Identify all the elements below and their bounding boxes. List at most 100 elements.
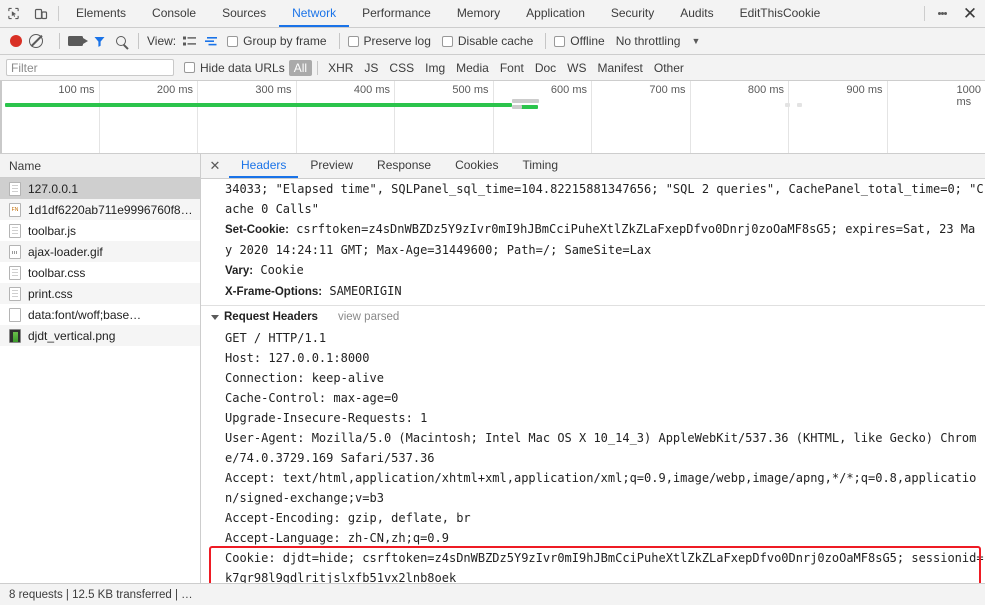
overview-gridlines: 100 ms 200 ms 300 ms 400 ms 500 ms 600 ms 700 … [0,81,985,153]
overview-tick-label: 700 ms [649,84,686,96]
close-icon[interactable]: ✕ [955,0,985,27]
filter-bar: Filter Hide data URLs All XHR JS CSS Img… [0,55,985,81]
filter-type-img[interactable]: Img [420,60,450,76]
overview-tick-label: 800 ms [747,84,784,96]
tab-timing[interactable]: Timing [510,154,570,178]
tab-network[interactable]: Network [279,0,350,27]
header-line: Cache-Control: max-age=0 [225,391,399,405]
device-toolbar-icon[interactable] [27,0,54,27]
header-name: Set-Cookie: [225,224,289,236]
disable-cache-label: Disable cache [457,34,534,48]
request-row[interactable]: toolbar.css [0,262,200,283]
group-by-frame-checkbox[interactable]: Group by frame [227,34,327,48]
cookie-header-line: k7qr98l9gdlritjslxfb51vx2lnb8oek [225,571,457,583]
filter-type-other[interactable]: Other [649,60,689,76]
request-row[interactable]: djdt_vertical.png [0,325,200,346]
asset-dot-2 [797,103,802,107]
throttling-select[interactable]: No throttling [616,34,681,48]
triangle-down-icon[interactable] [211,314,219,320]
view-parsed-link[interactable]: view parsed [338,311,399,323]
filter-funnel-icon[interactable] [93,35,106,48]
overview-gridline [788,81,789,153]
toolbar-divider-right [924,6,925,21]
list-view-icon[interactable] [183,36,197,47]
headers-content: 34033; "Elapsed time", SQLPanel_sql_time… [201,179,985,583]
cookie-header-line: Cookie: djdt=hide; csrftoken=z4sDnWBZDz5… [225,551,984,565]
request-row[interactable]: toolbar.js [0,220,200,241]
clear-icon[interactable] [29,34,43,48]
overview-tick-label: 600 ms [550,84,587,96]
tab-preview[interactable]: Preview [298,154,365,178]
header-line: n/signed-exchange;v=b3 [225,491,384,505]
filter-type-xhr[interactable]: XHR [323,60,358,76]
waterfall-view-icon[interactable] [205,36,218,47]
filter-type-manifest[interactable]: Manifest [593,60,648,76]
request-row[interactable]: ajax-loader.gif [0,241,200,262]
filter-input[interactable]: Filter [6,59,174,76]
png-image-icon [9,328,21,343]
kebab-menu-icon[interactable] [929,0,955,27]
preserve-log-checkbox[interactable]: Preserve log [347,34,431,48]
tab-response[interactable]: Response [365,154,443,178]
script-icon [9,223,21,238]
inspect-cursor-icon[interactable] [0,0,27,27]
overview-tick-label: 1000 ms [956,84,981,108]
search-icon[interactable] [116,36,126,46]
filter-type-css[interactable]: CSS [384,60,419,76]
filter-type-font[interactable]: Font [495,60,529,76]
request-headers-section-header[interactable]: Request Headers view parsed [201,305,985,328]
status-summary: 8 requests | 12.5 KB transferred | … [9,588,193,601]
request-name: toolbar.js [28,223,77,238]
tab-audits[interactable]: Audits [667,0,726,27]
filter-type-js[interactable]: JS [359,60,383,76]
tab-application[interactable]: Application [513,0,598,27]
requests-sidebar: Name 127.0.0.1 1d1df6220ab711e9996760f8… t… [0,154,201,583]
tab-cookies[interactable]: Cookies [443,154,510,178]
blank-icon [9,307,21,322]
overview-gridline [886,81,888,153]
tab-security[interactable]: Security [598,0,667,27]
network-status-bar: 8 requests | 12.5 KB transferred | … [0,583,985,605]
asset-dot-1 [785,103,790,107]
devtools-window: Elements Console Sources Network Perform… [0,0,985,605]
request-row[interactable]: data:font/woff;base… [0,304,200,325]
request-row[interactable]: 127.0.0.1 [0,178,200,199]
hide-data-urls-checkbox[interactable]: Hide data URLs [184,61,285,75]
chevron-down-icon[interactable]: ▼ [691,36,700,46]
overview-gridline [394,81,395,153]
tab-performance[interactable]: Performance [349,0,444,27]
request-headers-block: GET / HTTP/1.1 Host: 127.0.0.1:8000 Connec… [201,328,985,583]
checkbox-box [227,35,239,47]
header-line: Host: 127.0.0.1:8000 [225,351,370,365]
requests-column-header[interactable]: Name [0,154,200,178]
filter-type-doc[interactable]: Doc [530,60,561,76]
filter-type-all[interactable]: All [288,59,313,76]
tab-editthiscookie[interactable]: EditThisCookie [727,0,834,27]
record-button-icon[interactable] [10,35,22,47]
request-row[interactable]: 1d1df6220ab711e9996760f8… [0,199,200,220]
header-line: Connection: keep-alive [225,371,384,385]
detail-close-icon[interactable]: ✕ [201,154,229,178]
request-name: print.css [28,286,73,301]
request-name: 1d1df6220ab711e9996760f8… [28,202,193,217]
font-icon [9,202,21,217]
filter-type-ws[interactable]: WS [562,60,591,76]
devtools-tab-list: Elements Console Sources Network Perform… [63,0,920,27]
group-by-frame-label: Group by frame [243,34,327,48]
request-row[interactable]: print.css [0,283,200,304]
disable-cache-checkbox[interactable]: Disable cache [441,34,534,48]
tab-memory[interactable]: Memory [444,0,513,27]
network-overview[interactable]: 100 ms 200 ms 300 ms 400 ms 500 ms 600 ms 700 … [0,81,985,154]
header-line: X-Frame-Options: SAMEORIGIN [201,281,985,302]
requests-list: 127.0.0.1 1d1df6220ab711e9996760f8… toolba… [0,178,200,583]
toolbar-divider [545,33,547,49]
header-line: e/74.0.3729.169 Safari/537.36 [225,451,435,465]
filter-type-media[interactable]: Media [451,60,494,76]
tab-console[interactable]: Console [139,0,209,27]
offline-checkbox[interactable]: Offline [554,34,605,48]
tab-sources[interactable]: Sources [209,0,279,27]
tab-elements[interactable]: Elements [63,0,139,27]
overview-tick-label: 900 ms [846,84,883,96]
tab-headers[interactable]: Headers [229,154,299,178]
camera-icon[interactable] [68,36,88,46]
